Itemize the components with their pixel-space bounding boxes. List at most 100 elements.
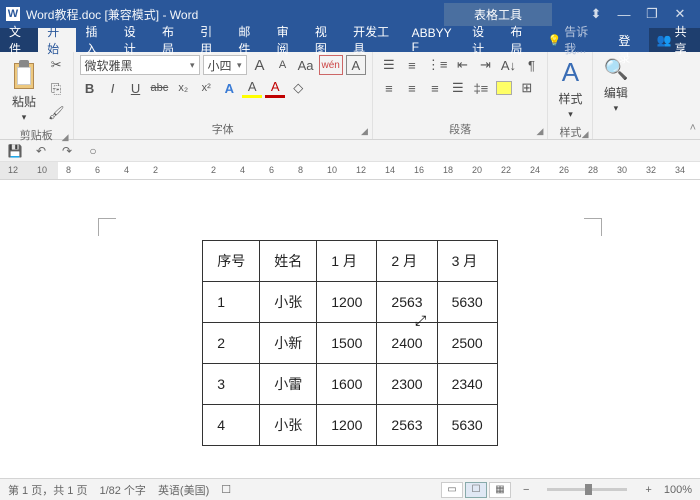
line-spacing-button[interactable]: ‡≡ (471, 78, 491, 98)
ribbon-options-icon[interactable]: ⬍ (582, 6, 610, 22)
ruler-tick: 8 (298, 165, 303, 175)
chevron-down-icon: ▾ (186, 60, 195, 71)
ruler-tick: 2 (211, 165, 216, 175)
styles-button[interactable]: A 样式 ▾ (554, 55, 586, 122)
horizontal-ruler[interactable]: 12108642246810121416182022242628303234 (0, 162, 700, 180)
char-border-button[interactable]: A (346, 55, 366, 75)
borders-button[interactable]: ⊞ (517, 78, 537, 98)
justify-button[interactable]: ☰ (448, 78, 468, 98)
data-table[interactable]: 序号 姓名 1 月 2 月 3 月 1小张120025635630 2小新150… (202, 240, 497, 446)
tab-insert[interactable]: 插入 (76, 28, 114, 52)
tab-table-layout[interactable]: 布局 (501, 28, 539, 52)
phonetic-guide-button[interactable]: wén (319, 55, 343, 75)
status-bar: 第 1 页，共 1 页 1/82 个字 英语(美国) ☐ ▭ ☐ ▦ − + 1… (0, 478, 700, 500)
ime-status[interactable]: ☐ (221, 483, 231, 496)
strike-button[interactable]: abc (149, 78, 171, 98)
margin-corner-icon (584, 218, 602, 236)
grow-font-button[interactable]: A (250, 55, 270, 75)
table-header[interactable]: 3 月 (437, 241, 497, 282)
font-color-button[interactable]: A (265, 78, 285, 98)
chevron-down-icon: ▾ (233, 60, 242, 71)
clear-format-button[interactable]: ◇ (288, 78, 308, 98)
font-name-select[interactable]: 微软雅黑▾ (80, 55, 200, 75)
underline-button[interactable]: U (126, 78, 146, 98)
table-header[interactable]: 2 月 (377, 241, 437, 282)
cut-button[interactable]: ✂ (46, 55, 67, 75)
shading-swatch-icon (496, 81, 512, 95)
ruler-tick: 34 (675, 165, 685, 175)
align-center-button[interactable]: ≡ (402, 78, 422, 98)
scissors-icon: ✂ (51, 57, 62, 73)
superscript-button[interactable]: x² (196, 78, 216, 98)
multilevel-button[interactable]: ⋮≡ (425, 55, 450, 75)
dialog-launcher-icon[interactable]: ◢ (361, 126, 368, 137)
shrink-font-button[interactable]: A (273, 55, 293, 75)
dialog-launcher-icon[interactable]: ◢ (537, 126, 544, 137)
sort-button[interactable]: A↓ (498, 55, 518, 75)
close-icon[interactable]: ✕ (666, 6, 694, 22)
ruler-tick: 22 (501, 165, 511, 175)
tab-review[interactable]: 审阅 (268, 28, 306, 52)
ruler-tick: 30 (617, 165, 627, 175)
text-effects-button[interactable]: A (219, 78, 239, 98)
share-button[interactable]: 👥共享 (649, 28, 700, 52)
signin-button[interactable]: 登录 (608, 28, 648, 52)
tab-table-design[interactable]: 设计 (463, 28, 501, 52)
subscript-button[interactable]: x₂ (173, 78, 193, 98)
align-left-button[interactable]: ≡ (379, 78, 399, 98)
copy-button[interactable]: ⎘ (46, 79, 67, 99)
show-marks-button[interactable]: ¶ (521, 55, 541, 75)
styles-icon: A (562, 57, 579, 88)
tab-layout[interactable]: 布局 (153, 28, 191, 52)
language-status[interactable]: 英语(美国) (158, 482, 209, 498)
zoom-slider[interactable] (547, 488, 627, 491)
change-case-button[interactable]: Aa (296, 55, 316, 75)
bold-button[interactable]: B (80, 78, 100, 98)
tab-file[interactable]: 文件 (0, 28, 38, 52)
indent-right-button[interactable]: ⇥ (475, 55, 495, 75)
table-header[interactable]: 1 月 (317, 241, 377, 282)
table-header[interactable]: 姓名 (260, 241, 317, 282)
print-layout-button[interactable]: ☐ (465, 482, 487, 498)
shading-button[interactable] (494, 78, 514, 98)
restore-icon[interactable]: ❐ (638, 6, 666, 22)
word-count[interactable]: 1/82 个字 (99, 482, 145, 498)
numbering-button[interactable]: ≡ (402, 55, 422, 75)
dialog-launcher-icon[interactable]: ◢ (62, 132, 69, 143)
group-label (599, 135, 632, 139)
slider-thumb-icon[interactable] (585, 484, 592, 495)
align-right-button[interactable]: ≡ (425, 78, 445, 98)
dialog-launcher-icon[interactable]: ◢ (582, 129, 589, 140)
ruler-tick: 18 (443, 165, 453, 175)
paste-button[interactable]: 粘贴 ▾ (6, 55, 42, 125)
table-header[interactable]: 序号 (203, 241, 260, 282)
web-layout-button[interactable]: ▦ (489, 482, 511, 498)
tab-references[interactable]: 引用 (191, 28, 229, 52)
page-status[interactable]: 第 1 页，共 1 页 (8, 482, 87, 498)
tab-mailings[interactable]: 邮件 (229, 28, 267, 52)
tell-me[interactable]: 💡告诉我... (540, 28, 609, 52)
highlight-button[interactable]: A (242, 78, 262, 98)
minimize-icon[interactable]: — (610, 7, 638, 22)
tab-developer[interactable]: 开发工具 (344, 28, 402, 52)
indent-left-button[interactable]: ⇤ (452, 55, 472, 75)
editing-button[interactable]: 🔍 编辑 ▾ (599, 55, 632, 116)
quick-access-toolbar: 💾 ↶ ↷ ○ (0, 140, 700, 162)
tab-design[interactable]: 设计 (115, 28, 153, 52)
bullets-button[interactable]: ☰ (379, 55, 399, 75)
tab-view[interactable]: 视图 (306, 28, 344, 52)
font-size-select[interactable]: 小四▾ (203, 55, 247, 75)
share-icon: 👥 (657, 33, 672, 47)
tab-home[interactable]: 开始 (38, 28, 76, 52)
zoom-out-button[interactable]: − (523, 484, 529, 496)
tab-abbyy[interactable]: ABBYY F (403, 28, 464, 52)
document-area[interactable]: 序号 姓名 1 月 2 月 3 月 1小张120025635630 2小新150… (0, 180, 700, 480)
group-label: 段落◢ (379, 119, 542, 139)
repeat-button[interactable]: ○ (84, 142, 102, 160)
read-mode-button[interactable]: ▭ (441, 482, 463, 498)
collapse-ribbon-icon[interactable]: ˄ (686, 52, 700, 139)
zoom-in-button[interactable]: + (645, 484, 651, 496)
zoom-level[interactable]: 100% (664, 484, 692, 496)
format-painter-button[interactable]: 🖌 (46, 103, 67, 123)
italic-button[interactable]: I (103, 78, 123, 98)
